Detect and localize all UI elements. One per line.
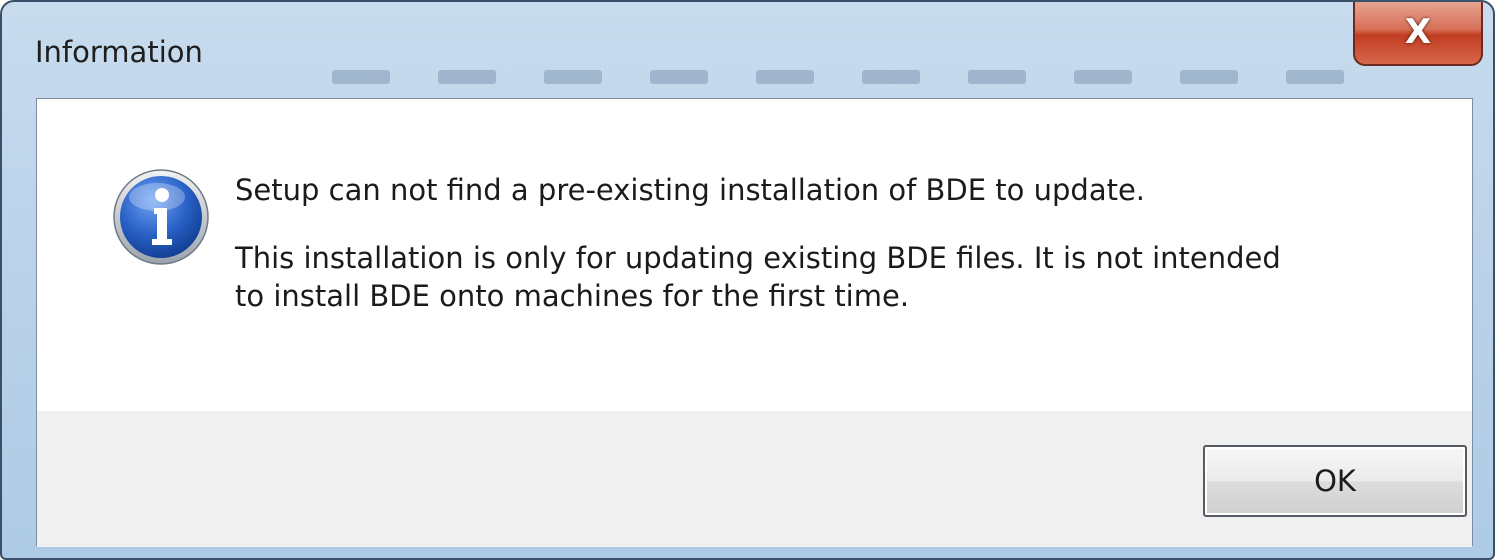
button-area: OK <box>37 411 1472 547</box>
message-area: Setup can not find a pre-existing instal… <box>37 99 1472 411</box>
close-button[interactable]: X <box>1353 2 1483 66</box>
message-text: Setup can not find a pre-existing instal… <box>235 171 1435 315</box>
close-icon: X <box>1404 12 1432 52</box>
titlebar-background <box>332 66 1432 88</box>
information-dialog: Information X Setup can not find a pre-e… <box>0 0 1495 560</box>
information-icon <box>113 169 209 265</box>
ok-button[interactable]: OK <box>1203 445 1467 517</box>
dialog-title: Information <box>35 35 203 69</box>
message-line-2a: This installation is only for updating e… <box>235 241 1281 275</box>
dialog-client-area: Setup can not find a pre-existing instal… <box>36 98 1473 547</box>
message-line-2b: to install BDE onto machines for the fir… <box>235 279 910 313</box>
message-line-1: Setup can not find a pre-existing instal… <box>235 173 1146 207</box>
message-line-2: This installation is only for updating e… <box>235 239 1435 315</box>
